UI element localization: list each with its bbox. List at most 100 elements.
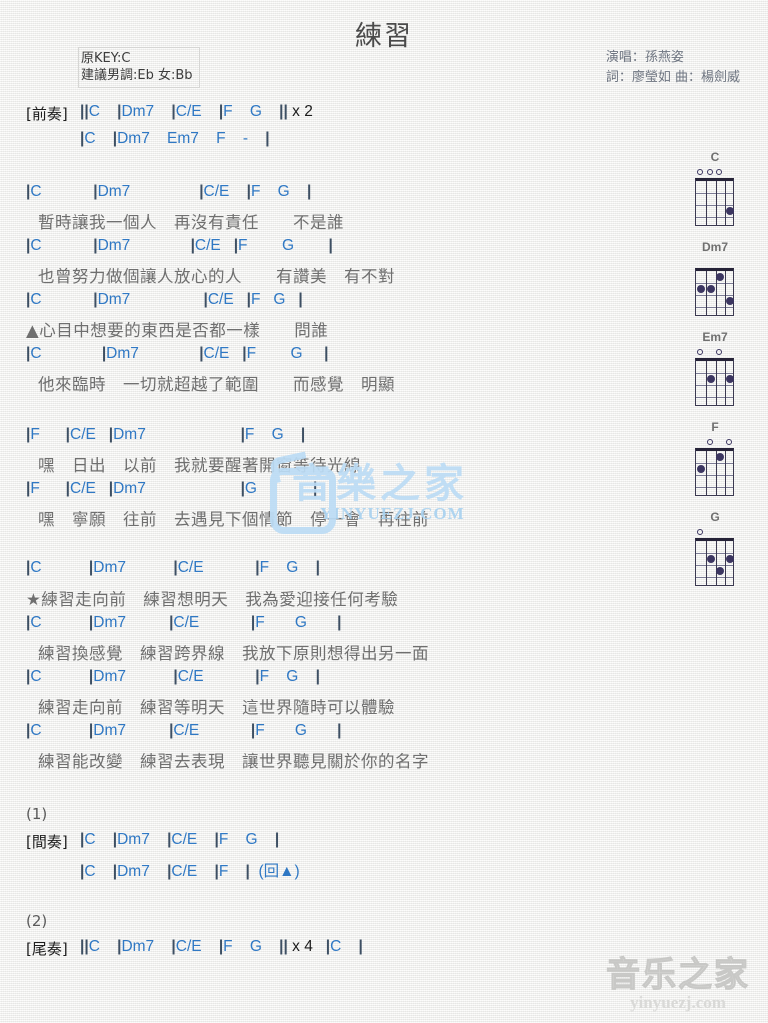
bar-line: | [312,480,318,497]
fretboard-grid [695,358,735,406]
bar-line: | [84,938,89,955]
bar-line: | [240,426,245,443]
lyric-line: 練習走向前 練習等明天 這世界隨時可以體驗 [38,698,395,717]
bar-line: | [167,831,172,848]
string-line [715,361,717,405]
song-sheet: 練習 原KEY:C 建議男調:Eb 女:Bb 演唱：孫燕姿 詞：廖瑩如 曲：楊劍… [0,0,768,1023]
bar-line: | [84,103,89,120]
bar-line: | [325,938,331,955]
fret-line [696,487,733,488]
credit-singer: 演唱：孫燕姿 [605,50,684,65]
chord-diagram-g: G [672,510,758,598]
open-string-marker [696,169,703,175]
bar-line: | [315,668,320,685]
fret-line [696,307,733,308]
bar-line: | [274,831,280,848]
lyric-line: 嘿 日出 以前 我就要醒著開窗等待光線 [38,456,361,475]
fret-line [696,193,733,194]
watermark-bottom-logo: 音乐之家 [606,955,750,995]
chord-line: |F |C/E |Dm7 |G | [26,480,318,497]
open-string-marker [706,169,713,175]
bar-line: | [88,614,94,631]
chord-line: |C |Dm7 |C/E |F G | [26,559,320,576]
chord-line: |F |C/E |Dm7 |F G | [26,426,306,443]
chord-diagram-label: F [711,420,719,434]
bar-line: | [108,426,114,443]
suggested-key: 建議男調:Eb 女:Bb [81,68,193,83]
bar-line: | [65,426,70,443]
chord-line: ||C |Dm7 |C/E |F G || x 4 |C | [80,938,363,955]
open-string-marker [726,439,733,445]
chord-line: |C |Dm7 |C/E |F G | [26,183,312,200]
chord-diagram-dm7: Dm7 [672,240,758,328]
bar-line: | [199,345,204,362]
bar-line: | [358,938,363,955]
string-line [705,271,707,315]
finger-dot [726,555,735,563]
fret-line [696,295,733,296]
bar-line: | [26,559,31,576]
bar-line: | [171,938,176,955]
fret-line [696,475,733,476]
open-string-marker [696,529,703,535]
bar-line: | [315,559,320,576]
bar-line: | [117,938,122,955]
string-line [705,361,707,405]
fret-line [696,397,733,398]
watermark-bottom: 音乐之家 yinyuezj.com [606,957,750,1013]
section-tag-outro: [尾奏] [26,940,68,958]
fretboard-grid [695,268,735,316]
bar-line: | [26,480,31,497]
repeat-count: x [292,103,300,120]
bar-line: | [26,614,31,631]
bar-line: | [255,668,260,685]
finger-dot [716,453,725,461]
bar-line: | [167,863,172,880]
open-string-marker [706,439,713,445]
bar-line: | [26,668,31,685]
bar-line: | [26,237,31,254]
chord-diagram-em7: Em7 [672,330,758,418]
fretboard-grid [695,538,735,586]
original-key: 原KEY:C [81,51,131,66]
bar-line: | [246,183,251,200]
chord-diagram-c: C [672,150,758,238]
fret-line [696,463,733,464]
fret-line [696,565,733,566]
marker-two: (2) [26,912,48,930]
bar-line: | [171,103,176,120]
finger-dot [706,285,715,293]
fretboard-grid [695,448,734,496]
bar-line: | [80,863,85,880]
lyric-line: 暫時讓我一個人 再沒有責任 不是誰 [38,213,344,232]
finger-dot [726,207,735,215]
bar-line: | [173,559,178,576]
chord-diagram-f: F [672,420,758,508]
bar-line: | [337,614,342,631]
section-tag-intro: [前奏] [26,105,68,123]
bar-line: | [190,237,195,254]
fret-line [696,217,733,218]
bar-line: | [328,237,333,254]
finger-dot [696,465,705,473]
string-line [715,181,717,225]
string-line [715,541,717,585]
bar-line: | [112,831,118,848]
chord-line: |C |Dm7 |C/E |F G | [26,345,329,362]
finger-dot [706,375,715,383]
open-string-marker [696,349,703,355]
finger-dot [696,285,705,293]
string-line [705,541,707,585]
chord-diagram-label: C [710,150,720,164]
string-line [705,181,707,225]
bar-line: | [300,426,306,443]
bar-line: | [88,668,94,685]
bar-line: | [169,614,174,631]
credit-writers: 詞：廖瑩如 曲：楊劍威 [605,70,740,85]
bar-line: | [250,614,256,631]
bar-line: | [324,345,329,362]
bar-line: | [93,183,98,200]
chord-diagram-label: G [710,510,720,524]
bar-line: | [283,103,288,120]
chord-line: |C |Dm7 |C/E |F G | [26,237,333,254]
